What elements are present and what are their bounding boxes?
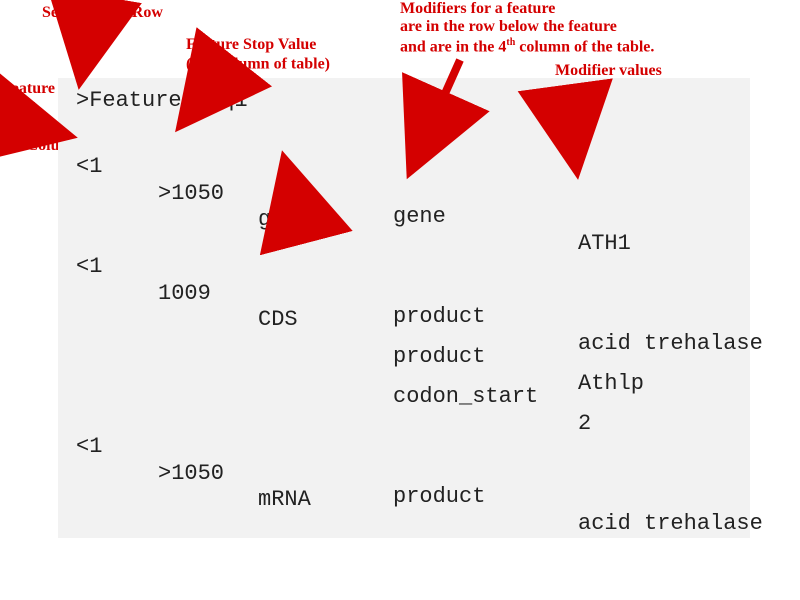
cell-start: <1 — [76, 154, 102, 180]
feature-table-box: >Feature Seq1 <1 >1050 gene gene ATH1 <1… — [58, 78, 750, 538]
cell-modval: acid trehalase — [578, 511, 763, 537]
cell-mod: gene — [393, 204, 446, 230]
cell-start: <1 — [76, 254, 102, 280]
table-row: <1 >1050 mRNA — [58, 408, 750, 434]
table-row: product acid trehalase — [58, 458, 750, 484]
arrow-seq-id — [80, 22, 90, 82]
table-row: gene ATH1 — [58, 178, 750, 204]
ann-feature-start: FeatureStartValue(1st Column of table) — [2, 80, 62, 155]
table-row: product acid trehalase — [58, 278, 750, 304]
cell-feat: mRNA — [258, 487, 311, 513]
row-header: >Feature Seq1 — [58, 88, 750, 114]
cell-start: <1 — [76, 434, 102, 460]
cell-mod: codon_start — [393, 384, 538, 410]
ann-seq-id-row: Sequence ID Row — [42, 4, 163, 22]
table-row: <1 1009 CDS — [58, 228, 750, 254]
table-row: product Athlp — [58, 318, 750, 344]
ann-modifiers: Modifiers for a featureare in the row be… — [400, 0, 654, 57]
ann-feature-stop: Feature Stop Value(2nd Column of table) — [186, 36, 330, 74]
cell-header: >Feature Seq1 — [76, 88, 248, 114]
table-row: <1 >1050 gene — [58, 128, 750, 154]
cell-mod: product — [393, 484, 485, 510]
table-row: codon_start 2 — [58, 358, 750, 384]
